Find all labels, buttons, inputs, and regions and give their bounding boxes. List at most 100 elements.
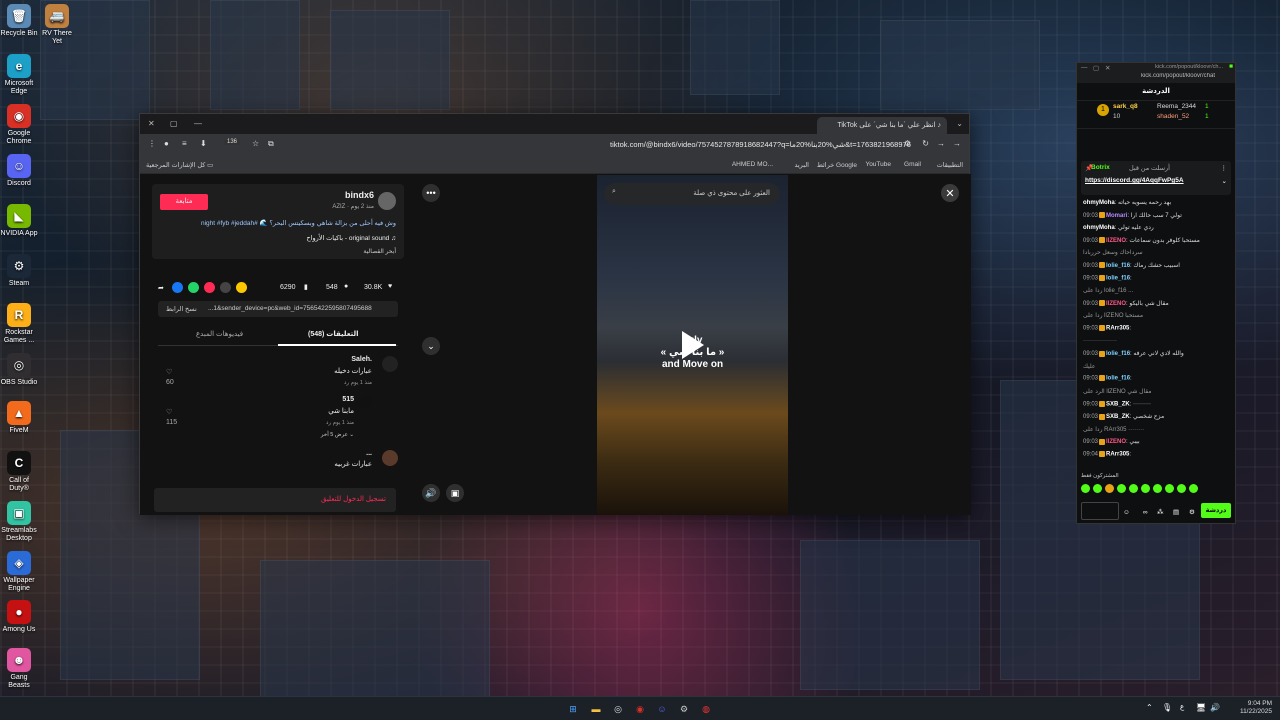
- bookmark-gmail[interactable]: Gmail: [904, 161, 921, 168]
- star-icon[interactable]: ☆: [252, 139, 259, 148]
- start-icon[interactable]: ⊞: [565, 701, 581, 717]
- chat-username[interactable]: lolie_f16: [1106, 376, 1130, 382]
- desktop-shortcut-steam[interactable]: ⚙ Steam: [0, 254, 38, 288]
- desktop-shortcut-gang-beasts[interactable]: ☻ Gang Beasts: [0, 648, 38, 690]
- forward-icon[interactable]: →: [937, 139, 945, 148]
- avatar[interactable]: [382, 450, 398, 466]
- gifter-name[interactable]: shaden_52: [1157, 113, 1189, 120]
- back-icon[interactable]: →: [953, 139, 961, 148]
- pinned-author[interactable]: Botrix: [1091, 164, 1110, 171]
- minimize-window-icon[interactable]: —: [1081, 64, 1088, 71]
- emoji-icon[interactable]: ☺: [1123, 509, 1130, 516]
- login-to-comment-button[interactable]: تسجيل الدخول للتعليق: [154, 488, 396, 512]
- picture-in-picture-icon[interactable]: ▣: [446, 484, 464, 502]
- extension-badge-icon[interactable]: 136: [224, 139, 241, 145]
- code-icon[interactable]: [220, 282, 231, 293]
- bookmark-ahmed[interactable]: AHMED MO...: [732, 161, 773, 168]
- chevron-down-icon[interactable]: ⌄: [1222, 177, 1227, 185]
- menu-icon[interactable]: ⋮: [148, 139, 156, 148]
- close-icon[interactable]: ✕: [941, 184, 959, 202]
- explore-label[interactable]: أبحر القصالية: [363, 248, 396, 255]
- network-icon[interactable]: 🖥: [1196, 703, 1206, 712]
- tab-tiktok[interactable]: ♪ انظر علي ´ما بنا شي´ على TikTok: [817, 117, 947, 134]
- video-player[interactable]: العثور على محتوى ذي صلة ⌕ July « ما بنا …: [597, 175, 788, 515]
- more-options-icon[interactable]: ⋮: [1221, 164, 1228, 172]
- link-icon[interactable]: ∞: [1143, 509, 1148, 516]
- reload-icon[interactable]: ↻: [922, 139, 929, 148]
- chat-username[interactable]: llZENO: [1106, 301, 1126, 307]
- view-replies-link[interactable]: عرض 5 آخر ⌄: [321, 432, 354, 438]
- extensions-icon[interactable]: ≡: [182, 139, 187, 148]
- desktop-shortcut-chrome[interactable]: ◉ Google Chrome: [0, 104, 38, 146]
- screen-share-icon[interactable]: ⧉: [268, 139, 274, 149]
- facebook-icon[interactable]: [172, 282, 183, 293]
- chat-username[interactable]: ohmyMoha: [1083, 200, 1115, 206]
- share-icon[interactable]: ➦: [158, 284, 164, 292]
- obs-icon[interactable]: ◎: [610, 701, 626, 717]
- chat-username[interactable]: RArr305: [1106, 452, 1129, 458]
- clock[interactable]: 9:04 PM 11/22/2025: [1240, 700, 1272, 716]
- comment-icon[interactable]: ●: [344, 283, 348, 290]
- chat-username[interactable]: ohmyMoha: [1083, 225, 1115, 231]
- language-indicator[interactable]: ع: [1180, 703, 1184, 711]
- send-button[interactable]: دردشة: [1201, 503, 1231, 518]
- chat-username[interactable]: Momari: [1106, 213, 1127, 219]
- chat-input[interactable]: [1081, 502, 1119, 520]
- discord-icon[interactable]: ☺: [654, 701, 670, 717]
- bookmark-icon[interactable]: ▮: [304, 283, 308, 291]
- desktop-shortcut-rockstar[interactable]: R Rockstar Games ...: [0, 303, 38, 345]
- heart-icon[interactable]: ♥: [388, 283, 392, 290]
- desktop-shortcut-fivem[interactable]: ▲ FiveM: [0, 401, 38, 435]
- chrome-icon[interactable]: ◉: [632, 701, 648, 717]
- gifter-name[interactable]: sark_q8: [1113, 103, 1138, 110]
- copy-link-button[interactable]: نسخ الرابط: [166, 305, 197, 313]
- microphone-icon[interactable]: 🎙: [1162, 703, 1172, 712]
- bookmark-maps[interactable]: خرائط Google: [817, 161, 857, 169]
- file-explorer-icon[interactable]: ▬: [588, 701, 604, 717]
- embed-icon[interactable]: [204, 282, 215, 293]
- play-icon[interactable]: [682, 331, 704, 359]
- comment-user[interactable]: 515: [342, 396, 354, 403]
- tab-related[interactable]: فيديوهات المبدع: [196, 330, 243, 338]
- follow-button[interactable]: متابعة: [160, 194, 208, 210]
- chevron-down-icon[interactable]: ⌄: [422, 337, 440, 355]
- bookmark-youtube[interactable]: YouTube: [865, 161, 891, 168]
- whatsapp-icon[interactable]: [188, 282, 199, 293]
- desktop-shortcut-nvidia[interactable]: ◣ NVIDIA App: [0, 204, 38, 238]
- comment-user[interactable]: ...: [366, 450, 372, 457]
- chevron-up-icon[interactable]: ⌃: [1146, 703, 1153, 712]
- site-settings-icon[interactable]: ⚙: [904, 139, 911, 148]
- volume-icon[interactable]: 🔊: [422, 484, 440, 502]
- close-window-icon[interactable]: ✕: [1105, 64, 1110, 72]
- bookmark-mail[interactable]: البريد: [794, 161, 809, 169]
- desktop-shortcut-edge[interactable]: e Microsoft Edge: [0, 54, 38, 96]
- desktop-shortcut-discord[interactable]: ☺ Discord: [0, 154, 38, 188]
- minimize-window-icon[interactable]: —: [194, 119, 202, 128]
- trash-icon[interactable]: ▤: [1173, 508, 1179, 516]
- desktop-shortcut-wallpaper-engine[interactable]: ◈ Wallpaper Engine: [0, 551, 38, 593]
- all-bookmarks[interactable]: كل الإشارات المرجعية ▭: [146, 161, 213, 169]
- chat-username[interactable]: SXB_ZK: [1106, 414, 1130, 420]
- pinned-link[interactable]: https://discord.gg/4AqqFwPg5A: [1085, 177, 1184, 184]
- steam-icon[interactable]: ⚙: [676, 701, 692, 717]
- rv-there-yet-shortcut[interactable]: 🚐 RV There Yet: [38, 4, 76, 46]
- desktop-shortcut-streamlabs[interactable]: ▣ Streamlabs Desktop: [0, 501, 38, 543]
- chat-username[interactable]: lolie_f16: [1106, 263, 1130, 269]
- comment-heart-icon[interactable]: ♡: [166, 408, 172, 416]
- avatar[interactable]: [360, 396, 372, 408]
- restore-window-icon[interactable]: ▢: [170, 119, 178, 128]
- desktop-shortcut-obs[interactable]: ◎ OBS Studio: [0, 353, 38, 387]
- comment-heart-icon[interactable]: ♡: [166, 368, 172, 376]
- chat-username[interactable]: llZENO: [1106, 238, 1126, 244]
- chat-username[interactable]: lolie_f16: [1106, 351, 1130, 357]
- profile-icon[interactable]: ●: [164, 139, 169, 148]
- tab-search-icon[interactable]: ⌄: [956, 119, 963, 128]
- comment-user[interactable]: Saleh.: [351, 356, 372, 363]
- gifter-name[interactable]: Reema_2344: [1157, 103, 1196, 110]
- gear-icon[interactable]: ⚙: [1189, 508, 1195, 516]
- chat-username[interactable]: llZENO: [1106, 439, 1126, 445]
- desktop-shortcut-recycle-bin[interactable]: 🗑 Recycle Bin: [0, 4, 38, 38]
- more-options-icon[interactable]: •••: [422, 184, 440, 202]
- url-field[interactable]: tiktok.com/@bindx6/video/757452787891868…: [610, 140, 911, 149]
- restore-window-icon[interactable]: ▢: [1093, 64, 1099, 72]
